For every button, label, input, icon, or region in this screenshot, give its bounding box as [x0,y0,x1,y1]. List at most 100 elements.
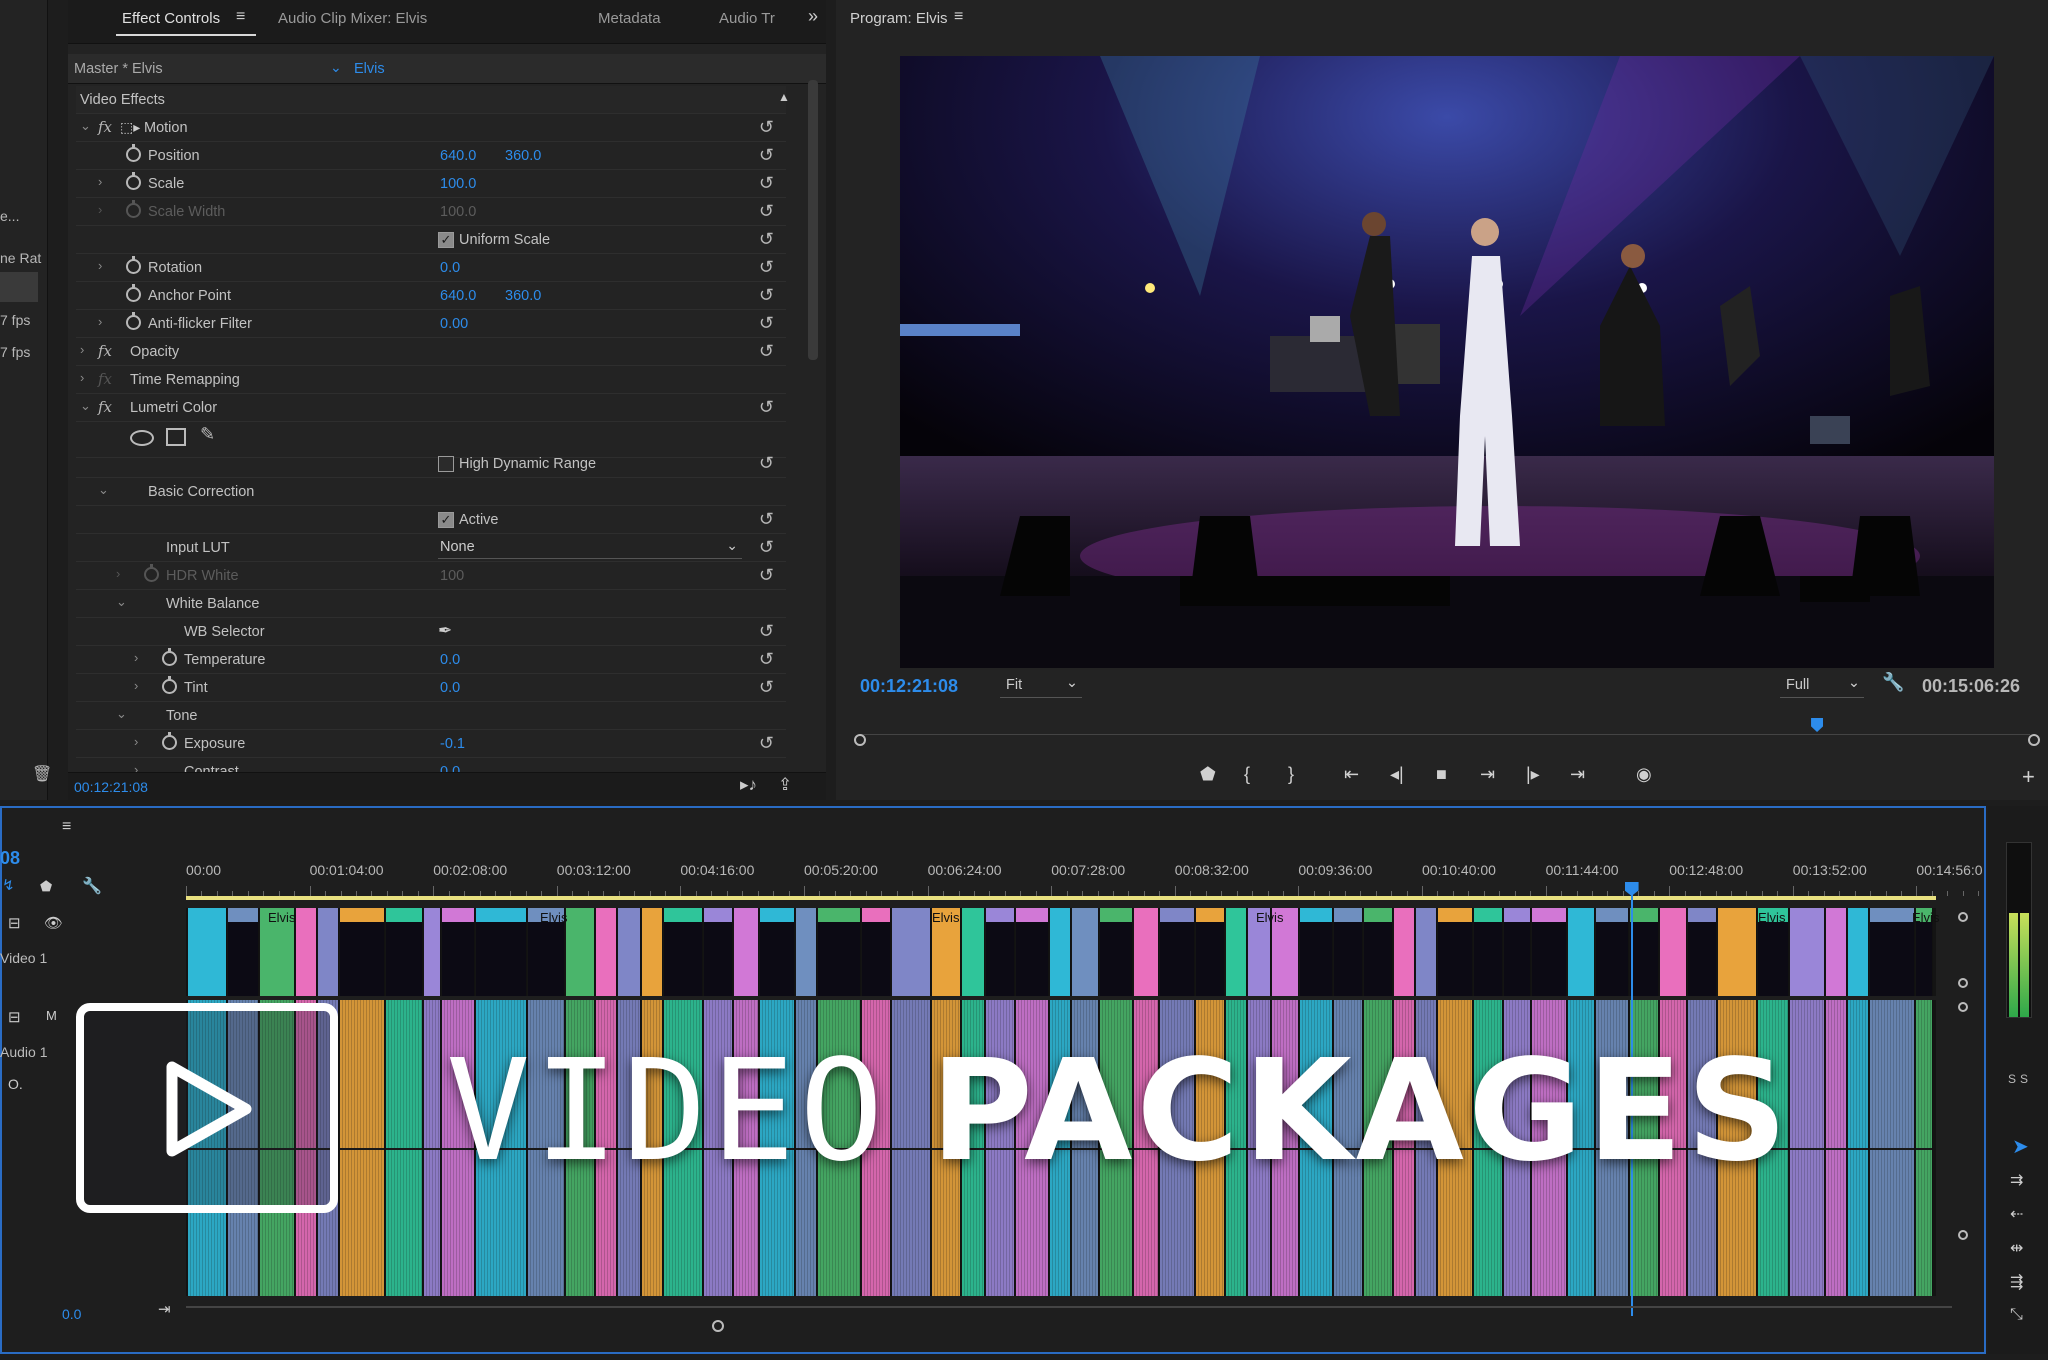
video-clip[interactable] [664,908,703,996]
chevron-down-icon[interactable]: ⌄ [330,59,342,76]
clip-selector[interactable]: Elvis [354,61,385,77]
video-clip[interactable] [818,908,861,996]
video-clip[interactable] [1718,908,1757,996]
effect-lumetri[interactable]: ⌄ fx Lumetri Color ↺ [76,394,786,422]
step-back-icon[interactable]: ◂| [1390,764,1404,785]
video-clip[interactable] [424,908,441,996]
input-lut-dropdown[interactable]: None ⌄ [438,537,742,559]
video-clip[interactable] [1596,908,1629,996]
mark-out-icon[interactable]: } [1288,764,1294,785]
scroll-handle[interactable] [1958,1230,1968,1240]
scrollbar-thumb[interactable] [808,80,818,360]
chevron-right-icon[interactable]: › [98,258,102,273]
rolling-edit-tool-icon[interactable]: ⇹ [2010,1238,2023,1258]
video-clip[interactable] [1688,908,1717,996]
video-clip[interactable] [1630,908,1659,996]
eyedropper-icon[interactable]: ✒ [438,621,452,641]
work-area-bar[interactable] [186,896,1936,900]
stopwatch-icon[interactable] [162,732,177,750]
audio-clip[interactable] [340,1000,385,1296]
tint-value[interactable]: 0.0 [440,680,460,696]
pen-mask-icon[interactable]: ✎ [200,424,215,445]
video-clip[interactable] [476,908,527,996]
tab-audio-track[interactable]: Audio Tr [719,10,775,27]
video-clip[interactable] [318,908,339,996]
step-forward-icon[interactable]: |▸ [1526,764,1540,785]
reset-icon[interactable]: ↺ [759,257,774,278]
rectangle-mask-icon[interactable] [166,428,186,446]
monitor-time-ruler[interactable] [860,718,2030,740]
solo-right-button[interactable]: S [2020,1072,2028,1086]
resolution-dropdown[interactable]: Full ⌄ [1780,674,1864,698]
chevron-right-icon[interactable]: › [134,650,138,665]
video-clip[interactable] [1660,908,1687,996]
zoom-handle-right[interactable] [2028,734,2040,746]
ripple-edit-tool-icon[interactable]: ⇠ [2010,1204,2023,1224]
effect-motion[interactable]: ⌄ fx ⬚▸ Motion ↺ [76,114,786,142]
audio-clip[interactable] [1848,1000,1869,1296]
camera-icon[interactable]: ◉ [1636,764,1652,785]
reset-icon[interactable]: ↺ [759,313,774,334]
hamburger-menu-icon[interactable]: ≡ [62,818,71,836]
audio-clip[interactable] [1870,1000,1915,1296]
video-clip[interactable] [1438,908,1473,996]
add-marker-icon[interactable]: ⬟ [1200,764,1216,785]
video-clip[interactable] [386,908,423,996]
reset-icon[interactable]: ↺ [759,565,774,586]
video-clip[interactable] [618,908,641,996]
toggle-sync-lock-icon[interactable]: ⊟ [8,1008,21,1026]
chevron-right-icon[interactable]: › [80,342,84,357]
video-clip[interactable] [1334,908,1363,996]
video-clip[interactable] [642,908,663,996]
video-clip[interactable] [1100,908,1133,996]
temperature-value[interactable]: 0.0 [440,652,460,668]
video-clip[interactable] [1160,908,1195,996]
anti-flicker-value[interactable]: 0.00 [440,316,468,332]
anchor-x-value[interactable]: 640.0 [440,288,476,304]
scale-value[interactable]: 100.0 [440,176,476,192]
video-clip[interactable] [962,908,985,996]
audio-clip[interactable] [1916,1000,1933,1296]
mute-track-button[interactable]: M [46,1008,57,1023]
active-checkbox[interactable]: ✓ [438,512,454,528]
reset-icon[interactable]: ↺ [759,537,774,558]
uniform-scale-checkbox[interactable]: ✓ [438,232,454,248]
stopwatch-icon[interactable] [126,256,141,274]
video-clip[interactable] [1848,908,1869,996]
video-clip[interactable] [760,908,795,996]
video-clip[interactable] [1300,908,1333,996]
slip-tool-icon[interactable]: ⇶ [2010,1272,2023,1292]
video-clip[interactable] [1826,908,1847,996]
eye-icon[interactable]: 👁 [44,914,63,932]
trash-icon[interactable]: 🗑 [32,764,52,784]
video-clip[interactable] [442,908,475,996]
reset-icon[interactable]: ↺ [759,621,774,642]
stopwatch-icon[interactable] [126,284,141,302]
effect-controls-timecode[interactable]: 00:12:21:08 [74,779,148,795]
video-clip[interactable] [796,908,817,996]
section-white-balance[interactable]: ⌄ White Balance [76,590,786,618]
video-clip[interactable] [1226,908,1247,996]
chevron-right-icon[interactable]: › [80,370,84,385]
chevron-right-icon[interactable]: › [98,314,102,329]
reset-icon[interactable]: ↺ [759,397,774,418]
reset-icon[interactable]: ↺ [759,117,774,138]
reset-icon[interactable]: ↺ [759,453,774,474]
program-monitor-title[interactable]: Program: Elvis [850,10,948,27]
video-clip[interactable] [734,908,759,996]
chevron-down-icon[interactable]: ⌄ [80,398,91,414]
chevron-right-icon[interactable]: › [134,678,138,693]
reset-icon[interactable]: ↺ [759,733,774,754]
loop-play-icon[interactable]: ⇥ [1480,764,1495,785]
rotation-value[interactable]: 0.0 [440,260,460,276]
export-frame-icon[interactable]: ⇪ [778,775,792,795]
video-clip[interactable] [986,908,1015,996]
video-preview[interactable] [900,56,1994,668]
video-clip[interactable] [704,908,733,996]
chevron-down-icon[interactable]: ⌄ [80,118,91,134]
effect-opacity[interactable]: › fx Opacity ↺ [76,338,786,366]
video-clip[interactable] [296,908,317,996]
scroll-up-icon[interactable]: ▲ [778,90,790,104]
timeline-timecode[interactable]: 08 [0,848,20,869]
go-to-out-icon[interactable]: ⇥ [1570,764,1585,785]
